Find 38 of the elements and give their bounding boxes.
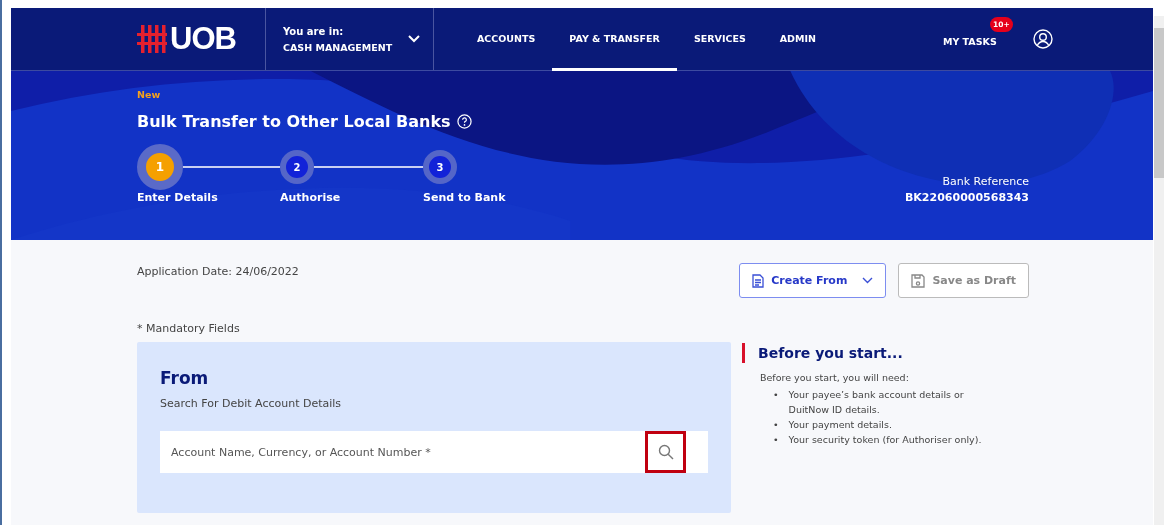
logo-icon: [137, 25, 167, 53]
logo-text: UOB: [170, 21, 236, 57]
bullet: •: [773, 418, 779, 432]
document-icon: [752, 273, 765, 288]
nav-tab[interactable]: SERVICES: [676, 8, 763, 71]
bullet: •: [773, 433, 779, 447]
bullet: •: [773, 388, 779, 402]
create-from-button[interactable]: Create From: [739, 263, 887, 298]
step-label: Enter Details: [137, 191, 219, 204]
context-value: CASH MANAGEMENT: [283, 41, 393, 53]
user-profile-icon[interactable]: [1032, 29, 1053, 49]
step-label: Authorise: [280, 191, 342, 204]
info-title: Before you start...: [742, 343, 993, 363]
bank-reference-value: BK22060000568343: [904, 191, 1029, 204]
search-button[interactable]: [645, 431, 686, 473]
nav-tab[interactable]: ACCOUNTS: [460, 8, 553, 71]
requirement-item: Your payee’s bank account details or DuitNow ID details.: [788, 388, 965, 417]
info-intro: Before you start, you will need:: [760, 372, 910, 383]
page-title: Bulk Transfer to Other Local Banks: [137, 112, 451, 131]
caret-icon: [862, 277, 874, 284]
bank-reference-label: Bank Reference: [942, 175, 1029, 188]
requirement-item: Your security token (for Authoriser only).: [788, 433, 983, 447]
chevron-down-icon: [408, 35, 421, 43]
application-date: Application Date: 24/06/2022: [137, 265, 299, 278]
my-tasks-link[interactable]: MY TASKS: [942, 35, 997, 47]
step-label: Send to Bank: [423, 191, 506, 204]
requirement-item: Your payment details.: [788, 418, 893, 432]
scrollbar[interactable]: [1154, 16, 1164, 525]
nav-tab[interactable]: ADMIN: [762, 8, 833, 71]
context-label: You are in:: [283, 25, 345, 37]
new-tag: New: [137, 89, 1029, 100]
save-draft-button[interactable]: Save as Draft: [898, 263, 1029, 298]
search-icon: [657, 444, 674, 460]
help-icon[interactable]: [456, 114, 472, 129]
panel-title: From: [160, 368, 210, 388]
context-selector[interactable]: You are in: CASH MANAGEMENT: [265, 8, 434, 70]
mandatory-fields-note: * Mandatory Fields: [137, 322, 241, 335]
panel-subtitle: Search For Debit Account Details: [160, 397, 343, 410]
